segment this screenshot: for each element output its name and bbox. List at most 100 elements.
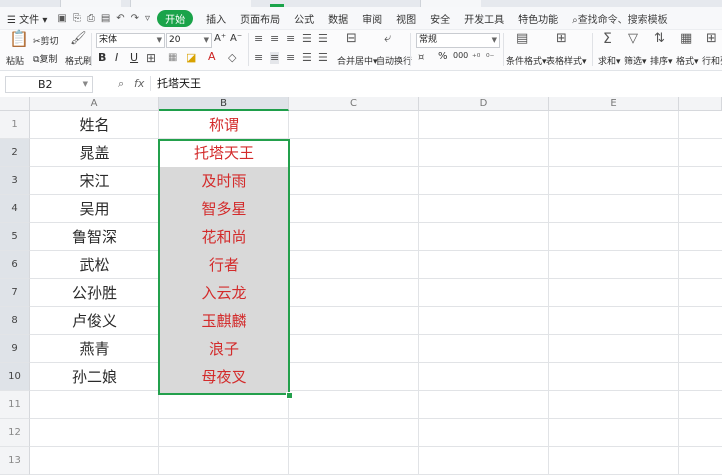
conditional-format-button[interactable]: 条件格式▾ (506, 54, 547, 67)
tab-view[interactable]: 视图 (389, 11, 423, 26)
doc-tab[interactable] (420, 0, 481, 7)
align-center-icon[interactable]: ≡ (270, 52, 280, 64)
wrap-text-icon[interactable]: ⤶ (384, 32, 391, 45)
filter-button[interactable]: 筛选▾ (624, 54, 647, 67)
italic-button[interactable]: I (115, 51, 118, 64)
row-col-button[interactable]: 行和列 (702, 54, 722, 67)
font-color-icon[interactable]: A (208, 51, 216, 63)
justify-icon[interactable]: ☰ (302, 52, 312, 64)
doc-tab[interactable] (60, 0, 121, 7)
cell-a-6[interactable]: 武松 (30, 251, 159, 279)
cell-a-10[interactable]: 孙二娘 (30, 363, 159, 391)
row-header-12[interactable]: 12 (0, 419, 30, 447)
cell-b-4[interactable]: 智多星 (159, 195, 289, 223)
row-col-icon[interactable]: ⊞ (706, 32, 717, 45)
cell-a-8[interactable]: 卢俊义 (30, 307, 159, 335)
table-style-icon[interactable]: ⊞ (556, 32, 567, 45)
row-header-1[interactable]: 1 (0, 111, 30, 139)
table-style-button[interactable]: 表格样式▾ (546, 54, 587, 67)
grow-font-button[interactable]: A⁺ (214, 33, 226, 44)
spreadsheet-grid[interactable]: ABCDE 1 2 3 4 5 6 7 8 9 10 11 12 13 姓名 晁盖 宋江 吴用 鲁智深 武松 公孙胜… (0, 97, 722, 475)
cell-b-10[interactable]: 母夜叉 (159, 363, 289, 391)
font-size-select[interactable]: 20 ▼ (166, 33, 212, 48)
cell-b-6[interactable]: 行者 (159, 251, 289, 279)
customize-icon[interactable]: ▿ (142, 13, 153, 24)
sum-icon[interactable]: Σ (603, 32, 612, 46)
cut-button[interactable]: ✂剪切 (33, 34, 59, 47)
tab-data[interactable]: 数据 (321, 11, 355, 26)
align-right-icon[interactable]: ≡ (286, 52, 295, 64)
copy-button[interactable]: ⧉复制 (33, 52, 57, 65)
tab-security[interactable]: 安全 (423, 11, 457, 26)
fill-color-icon[interactable]: ◪ (186, 52, 196, 64)
column-header-c[interactable]: C (289, 97, 419, 111)
percent-button[interactable]: % (438, 51, 448, 62)
cell-b-7[interactable]: 入云龙 (159, 279, 289, 307)
preview-icon[interactable]: ▤ (98, 13, 113, 24)
sort-button[interactable]: 排序▾ (650, 54, 673, 67)
tab-formulas[interactable]: 公式 (287, 11, 321, 26)
select-all-corner[interactable] (0, 97, 30, 111)
undo-icon[interactable]: ↶ (113, 13, 127, 24)
column-header-d[interactable]: D (419, 97, 549, 111)
cell-a-3[interactable]: 宋江 (30, 167, 159, 195)
tab-review[interactable]: 审阅 (355, 11, 389, 26)
sort-icon[interactable]: ⇅ (654, 32, 665, 45)
cell-a-5[interactable]: 鲁智深 (30, 223, 159, 251)
export-icon[interactable]: ⎘ (70, 13, 84, 24)
column-header-a[interactable]: A (30, 97, 159, 111)
cell-a-9[interactable]: 燕青 (30, 335, 159, 363)
shrink-font-button[interactable]: A⁻ (230, 33, 242, 44)
row-header-5[interactable]: 5 (0, 223, 30, 251)
zoom-icon[interactable]: ⌕ (118, 77, 124, 91)
row-header-4[interactable]: 4 (0, 195, 30, 223)
tab-features[interactable]: 特色功能 (511, 11, 565, 26)
cell-a-7[interactable]: 公孙胜 (30, 279, 159, 307)
row-header-2[interactable]: 2 (0, 139, 30, 167)
cell-a-2[interactable]: 晁盖 (30, 139, 159, 167)
font-name-select[interactable]: 宋体 ▼ (96, 33, 165, 48)
align-left-icon[interactable]: ≡ (254, 52, 263, 64)
tab-insert[interactable]: 插入 (199, 11, 233, 26)
fx-icon[interactable]: fx (134, 77, 144, 90)
cell-b-2[interactable]: 托塔天王 (159, 139, 289, 167)
border-icon[interactable]: ⊞ (146, 52, 156, 64)
align-middle-icon[interactable]: ≡ (270, 33, 279, 45)
conditional-format-icon[interactable]: ▤ (516, 32, 528, 45)
indent-icon[interactable]: ☰ (302, 33, 312, 45)
row-header-6[interactable]: 6 (0, 251, 30, 279)
number-format-select[interactable]: 常规 ▼ (416, 33, 500, 48)
format-button[interactable]: 格式▾ (676, 54, 699, 67)
row-header-9[interactable]: 9 (0, 335, 30, 363)
merge-center-button[interactable]: 合并居中▾ (337, 54, 378, 67)
paste-icon[interactable]: 📋 (9, 31, 29, 47)
filter-icon[interactable]: ▽ (628, 32, 638, 45)
tab-developer[interactable]: 开发工具 (457, 11, 511, 26)
brush-icon[interactable]: 🖌 (70, 32, 87, 45)
decrease-decimal-icon[interactable]: ⁰⁻ (486, 52, 494, 64)
name-box[interactable]: B2 ▼ (5, 76, 93, 93)
bold-button[interactable]: B (98, 51, 106, 64)
align-bottom-icon[interactable]: ≡ (286, 33, 295, 45)
hamburger-icon[interactable]: ☰ 文件 ▾ (0, 11, 54, 26)
paste-button[interactable]: 粘贴 (6, 54, 24, 67)
redo-icon[interactable]: ↷ (128, 13, 142, 24)
row-header-10[interactable]: 10 (0, 363, 30, 391)
increase-decimal-icon[interactable]: ⁺⁰ (472, 52, 480, 64)
row-header-7[interactable]: 7 (0, 279, 30, 307)
row-header-8[interactable]: 8 (0, 307, 30, 335)
outdent-icon[interactable]: ☰ (318, 33, 328, 45)
column-header-next[interactable] (679, 97, 722, 111)
row-header-11[interactable]: 11 (0, 391, 30, 419)
cell-a-1[interactable]: 姓名 (30, 111, 159, 139)
currency-icon[interactable]: ¤ (418, 52, 424, 64)
fill-handle[interactable] (286, 392, 293, 399)
row-header-3[interactable]: 3 (0, 167, 30, 195)
cell-b-8[interactable]: 玉麒麟 (159, 307, 289, 335)
menu-file[interactable]: 文件 (19, 15, 39, 26)
cell-b-5[interactable]: 花和尚 (159, 223, 289, 251)
column-header-e[interactable]: E (549, 97, 679, 111)
cell-b-3[interactable]: 及时雨 (159, 167, 289, 195)
thousands-button[interactable]: 000 (453, 51, 468, 60)
column-header-b[interactable]: B (159, 97, 289, 111)
